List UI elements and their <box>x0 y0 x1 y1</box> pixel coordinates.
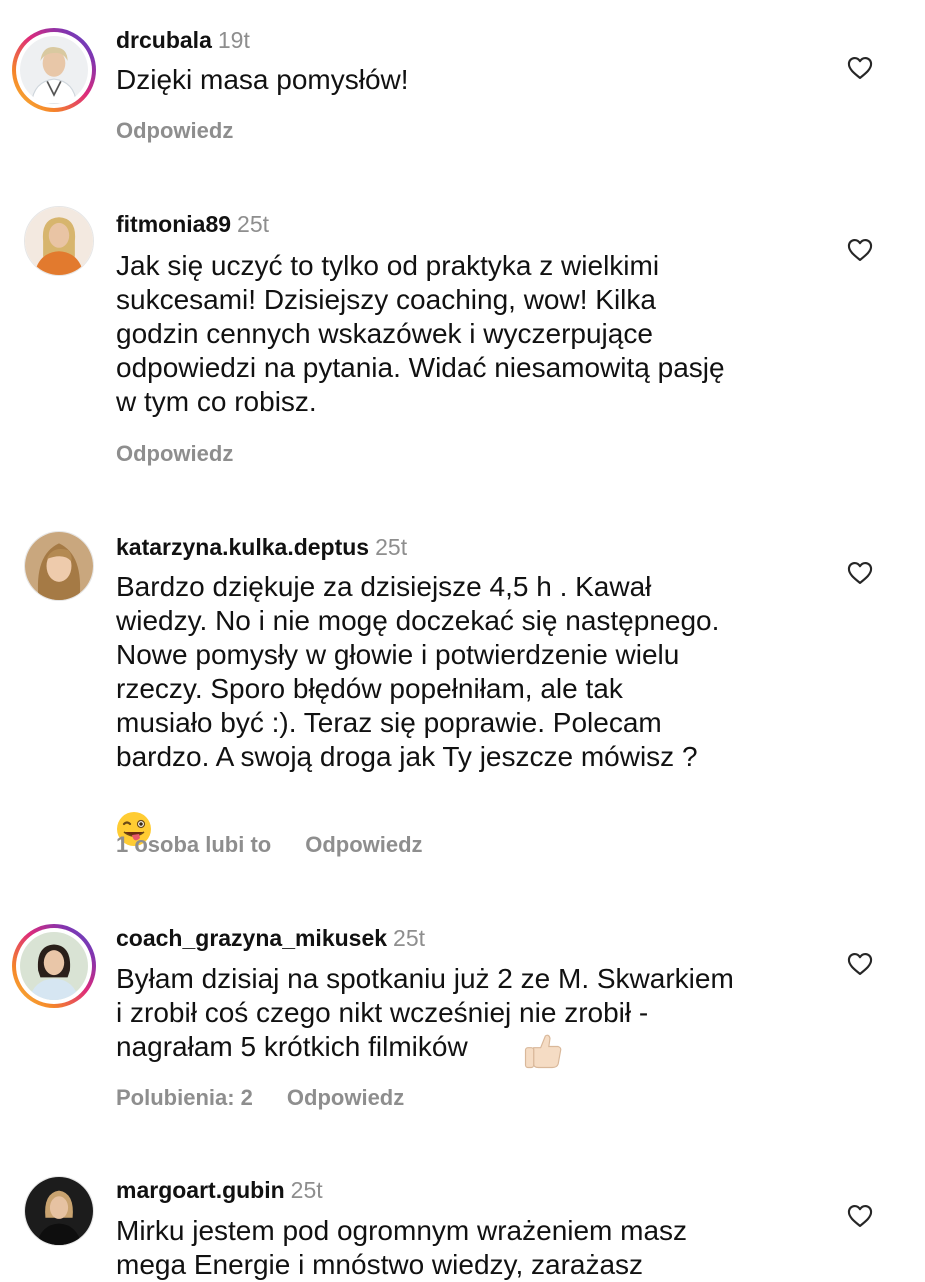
comment-actions: Odpowiedz <box>116 118 267 144</box>
timestamp: 25t <box>290 1177 323 1203</box>
reply-button[interactable]: Odpowiedz <box>305 832 422 857</box>
timestamp: 25t <box>375 534 408 560</box>
avatar[interactable] <box>12 28 96 112</box>
username-link[interactable]: coach_grazyna_mikusek <box>116 925 387 951</box>
comment-actions: Polubienia: 2 Odpowiedz <box>116 1085 438 1111</box>
likes-count[interactable]: Polubienia: 2 <box>116 1085 253 1110</box>
avatar[interactable] <box>24 531 94 601</box>
woman-longhair-avatar <box>25 532 93 600</box>
comment-header: fitmonia89 25t <box>116 211 269 238</box>
woman-doctor-avatar <box>20 36 88 104</box>
comment-text: Jak się uczyć to tylko od praktyka z wie… <box>116 250 725 417</box>
timestamp: 19t <box>217 27 250 53</box>
thumbs-up-emoji <box>524 1034 562 1069</box>
avatar[interactable] <box>12 924 96 1008</box>
reply-button[interactable]: Odpowiedz <box>116 118 233 143</box>
comment-text: Byłam dzisiaj na spotkaniu już 2 ze M. S… <box>116 963 734 1062</box>
likes-count[interactable]: 1 osoba lubi to <box>116 832 271 857</box>
reply-button[interactable]: Odpowiedz <box>116 441 233 466</box>
comment-text: Dzięki masa pomysłów! <box>116 64 409 95</box>
woman-blonde-avatar <box>25 207 93 275</box>
comment-actions: Odpowiedz <box>116 441 267 467</box>
reply-button[interactable]: Odpowiedz <box>287 1085 404 1110</box>
comment-header: margoart.gubin 25t <box>116 1177 323 1204</box>
avatar[interactable] <box>24 206 94 276</box>
comment-header: katarzyna.kulka.deptus 25t <box>116 534 407 561</box>
timestamp: 25t <box>237 211 270 237</box>
comment-text: Mirku jestem pod ogromnym wrażeniem masz… <box>116 1215 688 1280</box>
comment-header: drcubala 19t <box>116 27 250 54</box>
heart-outline-icon[interactable] <box>846 236 874 264</box>
heart-outline-icon[interactable] <box>846 559 874 587</box>
woman-dark-avatar <box>25 1177 93 1245</box>
comment-actions: 1 osoba lubi to Odpowiedz <box>116 832 457 858</box>
timestamp: 25t <box>393 925 426 951</box>
heart-outline-icon[interactable] <box>846 1202 874 1230</box>
username-link[interactable]: drcubala <box>116 27 212 53</box>
heart-outline-icon[interactable] <box>846 54 874 82</box>
avatar[interactable] <box>24 1176 94 1246</box>
woman-darkhair-avatar <box>20 932 88 1000</box>
comment-text: Bardzo dziękuje za dzisiejsze 4,5 h . Ka… <box>116 571 720 772</box>
username-link[interactable]: margoart.gubin <box>116 1177 285 1203</box>
heart-outline-icon[interactable] <box>846 950 874 978</box>
username-link[interactable]: katarzyna.kulka.deptus <box>116 534 369 560</box>
comment-header: coach_grazyna_mikusek 25t <box>116 925 425 952</box>
username-link[interactable]: fitmonia89 <box>116 211 231 237</box>
